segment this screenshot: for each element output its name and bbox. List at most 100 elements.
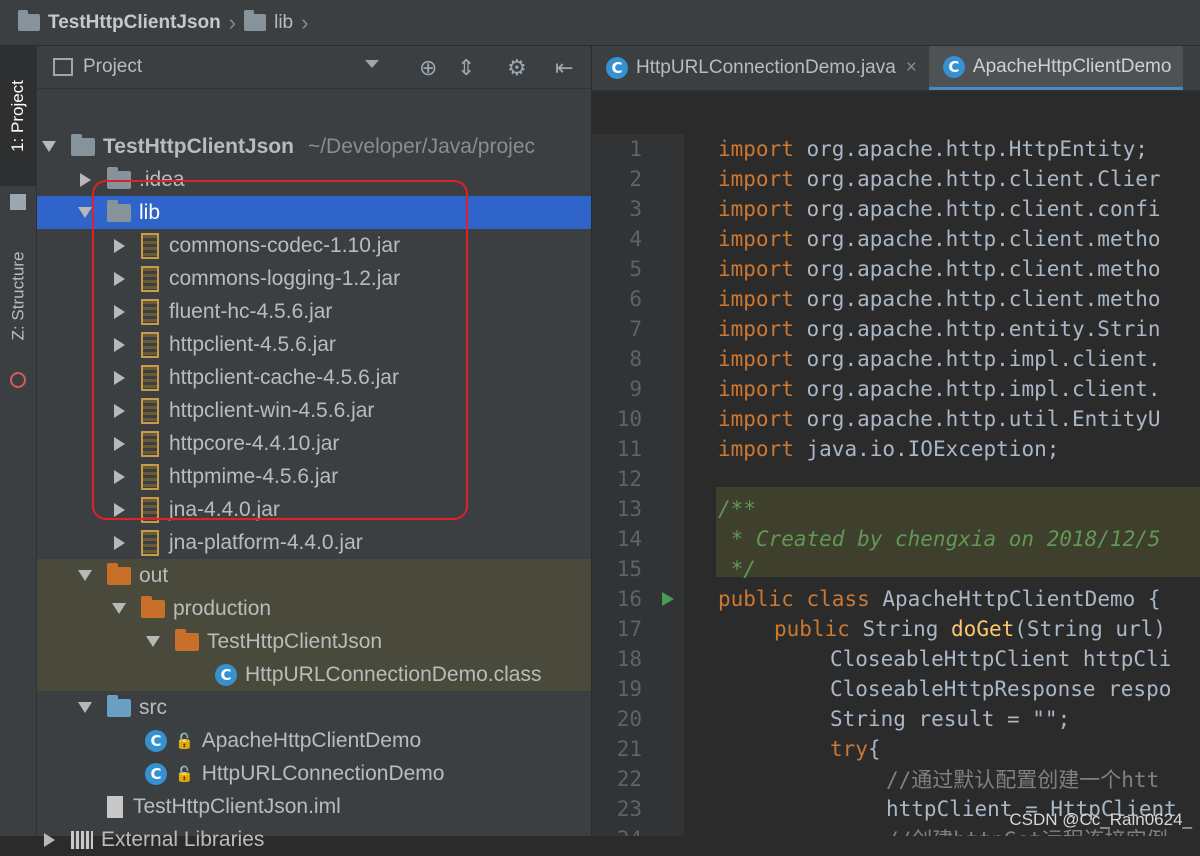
tree-item-iml[interactable]: TestHttpClientJson.iml (37, 790, 591, 823)
locate-icon[interactable]: ⊕ (419, 55, 437, 81)
tree-item-class[interactable]: C 🔓 HttpURLConnectionDemo (37, 757, 591, 790)
code-line: */ (718, 557, 756, 581)
chevron-right-icon[interactable] (111, 502, 127, 518)
line-number: 6 (629, 287, 642, 311)
tree-item-jar[interactable]: jna-4.4.0.jar (37, 493, 591, 526)
run-icon[interactable] (662, 592, 674, 606)
code-line: { (867, 737, 881, 761)
code-line: (String url) (1014, 617, 1166, 641)
tab-project[interactable]: 1: Project (0, 46, 36, 186)
chevron-down-icon[interactable] (77, 568, 93, 584)
tree-item-jar[interactable]: httpmime-4.5.6.jar (37, 460, 591, 493)
panel-title[interactable]: Project (83, 56, 142, 78)
jar-label: commons-codec-1.10.jar (169, 233, 401, 257)
chevron-right-icon[interactable] (111, 436, 127, 452)
jar-icon (141, 397, 159, 424)
tab-structure[interactable]: Z: Structure (0, 196, 36, 396)
java-class-icon: C (942, 55, 965, 78)
tree-item-jar[interactable]: commons-logging-1.2.jar (37, 262, 591, 295)
tree-item-jar[interactable]: commons-codec-1.10.jar (37, 229, 591, 262)
project-folder-icon (18, 10, 40, 31)
chevron-right-icon: › (301, 9, 309, 35)
chevron-right-icon[interactable] (111, 337, 127, 353)
line-number: 17 (616, 617, 642, 641)
jar-icon (141, 529, 159, 556)
tab-httpurlconnectiondemo[interactable]: C HttpURLConnectionDemo.java × (592, 46, 929, 90)
line-number: 15 (616, 557, 642, 581)
tree-item-jar[interactable]: fluent-hc-4.5.6.jar (37, 295, 591, 328)
chevron-right-icon[interactable] (41, 832, 57, 848)
tree-item-label: out (139, 563, 169, 587)
chevron-down-icon[interactable] (111, 601, 127, 617)
jar-label: httpclient-cache-4.5.6.jar (169, 365, 399, 389)
chevron-right-icon[interactable] (111, 535, 127, 551)
line-number: 23 (616, 797, 642, 821)
tree-item-root[interactable]: TestHttpClientJson ~/Developer/Java/proj… (37, 130, 591, 163)
line-number: 21 (616, 737, 642, 761)
editor-tabs: C HttpURLConnectionDemo.java × C ApacheH… (592, 46, 1200, 91)
close-icon[interactable]: × (906, 57, 917, 79)
chevron-down-icon[interactable] (41, 139, 57, 155)
chevron-down-icon[interactable] (365, 60, 379, 68)
tree-item-production[interactable]: production (37, 592, 591, 625)
code-line: CloseableHttpClient httpCli (830, 647, 1172, 671)
collapse-all-icon[interactable]: ⇕ (457, 55, 475, 81)
tree-item-label: .idea (139, 167, 185, 191)
chevron-right-icon[interactable] (77, 172, 93, 188)
tree-item-jar[interactable]: jna-platform-4.4.0.jar (37, 526, 591, 559)
tree-item-jar[interactable]: httpclient-win-4.5.6.jar (37, 394, 591, 427)
tree-item-out[interactable]: out (37, 559, 591, 592)
line-number: 22 (616, 767, 642, 791)
jar-icon (141, 298, 159, 325)
line-number: 10 (616, 407, 642, 431)
tree-item-lib[interactable]: lib (37, 196, 591, 229)
code-line: CloseableHttpResponse respo (830, 677, 1172, 701)
class-file-icon: C (215, 663, 237, 686)
jar-label: httpclient-4.5.6.jar (169, 332, 336, 356)
tree-item-jar[interactable]: httpclient-cache-4.5.6.jar (37, 361, 591, 394)
tab-label: HttpURLConnectionDemo.java (636, 57, 896, 78)
chevron-right-icon[interactable] (111, 469, 127, 485)
code-line: org.apache.http.entity.Strin (806, 317, 1161, 341)
tree-item-label: HttpURLConnectionDemo.class (245, 662, 542, 686)
tab-structure-label: Z: Structure (8, 251, 27, 341)
tree-item-prod-project[interactable]: TestHttpClientJson (37, 625, 591, 658)
chevron-down-icon[interactable] (145, 634, 161, 650)
tree-item-jar[interactable]: httpclient-4.5.6.jar (37, 328, 591, 361)
tree-item-external-libraries[interactable]: External Libraries (37, 823, 591, 856)
tab-label: ApacheHttpClientDemo (972, 55, 1172, 77)
breadcrumb-project[interactable]: TestHttpClientJson (48, 12, 221, 34)
line-number: 2 (629, 167, 642, 191)
code-line: org.apache.http.util.EntityU (806, 407, 1161, 431)
chevron-down-icon[interactable] (77, 205, 93, 221)
excluded-folder-icon (107, 562, 131, 585)
jar-icon (141, 265, 159, 292)
jar-icon (141, 496, 159, 523)
chevron-right-icon[interactable] (111, 403, 127, 419)
breadcrumb-folder[interactable]: lib (274, 12, 293, 34)
library-icon (71, 830, 93, 849)
gear-icon[interactable]: ⚙ (507, 55, 527, 81)
tree-item-jar[interactable]: httpcore-4.4.10.jar (37, 427, 591, 460)
code-line: org.apache.http.client.metho (806, 257, 1161, 281)
excluded-folder-icon (175, 628, 199, 651)
excluded-folder-icon (141, 595, 165, 618)
tab-apachehttpclientdemo[interactable]: C ApacheHttpClientDemo (928, 46, 1184, 90)
tree-item-src[interactable]: src (37, 691, 591, 724)
chevron-right-icon[interactable] (111, 238, 127, 254)
tree-item-class-file[interactable]: C HttpURLConnectionDemo.class (37, 658, 591, 691)
code-line: org.apache.http.impl.client. (806, 347, 1161, 371)
tree-item-idea[interactable]: .idea (37, 163, 591, 196)
tab-project-label: 1: Project (8, 80, 27, 152)
tree-item-label: HttpURLConnectionDemo (201, 761, 445, 785)
chevron-right-icon[interactable] (111, 304, 127, 320)
tree-item-class[interactable]: C 🔓 ApacheHttpClientDemo (37, 724, 591, 757)
code-line: //通过默认配置创建一个htt (886, 768, 1160, 792)
jar-icon (141, 331, 159, 358)
hide-panel-icon[interactable]: ⇤ (555, 55, 573, 81)
tree-item-label: src (139, 695, 167, 719)
chevron-right-icon[interactable] (111, 271, 127, 287)
chevron-down-icon[interactable] (77, 700, 93, 716)
java-class-icon: C (145, 762, 167, 785)
chevron-right-icon[interactable] (111, 370, 127, 386)
